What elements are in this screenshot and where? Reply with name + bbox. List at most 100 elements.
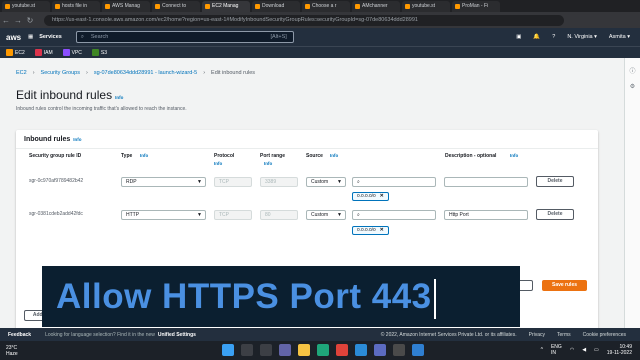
browser-tab[interactable]: AMchanner: [352, 0, 400, 12]
feedback-link[interactable]: Feedback: [8, 332, 31, 338]
delete-rule-button[interactable]: Delete: [536, 209, 574, 220]
region-selector[interactable]: N. Virginia ▾: [567, 34, 597, 40]
caret-down-icon: ▼: [337, 212, 342, 218]
edge-icon[interactable]: [317, 344, 329, 356]
browser-tab[interactable]: Choose a r: [302, 0, 350, 12]
s3-icon: [91, 49, 99, 56]
info-panel-icon[interactable]: ⓘ: [625, 66, 640, 75]
browser-tab[interactable]: EC2 Manag: [202, 0, 250, 12]
save-rules-button[interactable]: Save rules: [542, 280, 587, 291]
panel-info-link[interactable]: Info: [73, 137, 81, 142]
remote-desktop-icon[interactable]: [412, 344, 424, 356]
search-icon[interactable]: [241, 344, 253, 356]
browser-tab[interactable]: hosts file in: [52, 0, 100, 12]
browser-tab[interactable]: Download: [252, 0, 300, 12]
text-cursor: [433, 278, 436, 319]
protocol-field: TCP: [214, 210, 252, 220]
chevron-up-icon[interactable]: ^: [541, 347, 543, 353]
protocol-info-link[interactable]: Info: [214, 161, 222, 166]
cidr-value: 0.0.0.0/0: [357, 228, 376, 233]
services-menu[interactable]: Services: [39, 34, 62, 40]
type-select[interactable]: HTTP ▼: [121, 210, 206, 220]
remove-token-icon[interactable]: ✕: [380, 193, 384, 199]
forward-icon[interactable]: →: [12, 16, 24, 25]
caret-down-icon: ▼: [337, 179, 342, 185]
page-description: Inbound rules control the incoming traff…: [16, 106, 187, 112]
remove-token-icon[interactable]: ✕: [380, 227, 384, 233]
notifications-icon[interactable]: 🔔: [533, 34, 540, 40]
cidr-search-input[interactable]: ⌕: [352, 210, 436, 220]
search-input[interactable]: ⌕ Search [Alt+S]: [75, 31, 294, 43]
chevron-right-icon: ›: [203, 70, 206, 76]
os-taskbar: 23°C Haze ^ ENG IN ◠ ◀ ▭ 10:49 19-11-2022: [0, 341, 640, 360]
browser-tab[interactable]: youtube.st: [2, 0, 50, 12]
teams-icon[interactable]: [279, 344, 291, 356]
caret-down-icon: ▼: [197, 179, 202, 185]
address-bar[interactable]: https://us-east-1.console.aws.amazon.com…: [44, 14, 564, 26]
search-shortcut: [Alt+S]: [270, 34, 287, 40]
store-icon[interactable]: [374, 344, 386, 356]
browser-tab[interactable]: AWS Manag: [102, 0, 150, 12]
task-view-icon[interactable]: [260, 344, 272, 356]
description-input[interactable]: [444, 177, 528, 187]
unified-settings-link[interactable]: Unified Settings: [158, 332, 196, 338]
description-input[interactable]: Http Port: [444, 210, 528, 220]
port-info-link[interactable]: Info: [264, 161, 272, 166]
language-indicator[interactable]: ENG IN: [551, 344, 562, 356]
back-icon[interactable]: ←: [0, 16, 12, 25]
iam-icon: [34, 49, 42, 56]
browser-tab[interactable]: Connect to: [152, 0, 200, 12]
weather-widget[interactable]: 23°C Haze: [6, 345, 18, 357]
start-icon[interactable]: [222, 344, 234, 356]
fav-iam[interactable]: IAM: [34, 49, 53, 56]
browser-tab-strip: youtube.st hosts file in AWS Manag Connect …: [0, 0, 640, 12]
aws-logo[interactable]: aws: [6, 33, 28, 42]
browser-tab[interactable]: ProMan - Fi: [452, 0, 500, 12]
terms-link[interactable]: Terms: [557, 332, 571, 338]
file-explorer-icon[interactable]: [298, 344, 310, 356]
cidr-search-input[interactable]: ⌕: [352, 177, 436, 187]
source-value: Custom: [311, 212, 329, 218]
col-source: Source: [306, 153, 323, 159]
fav-s3[interactable]: S3: [91, 49, 107, 56]
privacy-link[interactable]: Privacy: [529, 332, 545, 338]
source-select[interactable]: Custom ▼: [306, 177, 346, 187]
source-info-link[interactable]: Info: [330, 153, 338, 158]
chrome-icon[interactable]: [336, 344, 348, 356]
search-icon: ⌕: [357, 212, 360, 218]
breadcrumb-security-group[interactable]: sg-07de80634ddd28991 - launch-wizard-5: [94, 70, 197, 76]
apps-grid-icon[interactable]: ▦: [28, 34, 33, 40]
wifi-icon[interactable]: ◠: [570, 347, 574, 353]
breadcrumb-ec2[interactable]: EC2: [16, 70, 27, 76]
volume-icon[interactable]: ◀: [582, 347, 586, 353]
copyright-text: © 2022, Amazon Internet Services Private…: [380, 331, 517, 338]
browser-tab[interactable]: youtube.st: [402, 0, 450, 12]
language-notice: Looking for language selection? Find it …: [45, 331, 155, 338]
vscode-icon[interactable]: [355, 344, 367, 356]
cookie-preferences-link[interactable]: Cookie preferences: [583, 332, 626, 338]
right-utility-rail: ⓘ ⚙: [624, 58, 640, 328]
breadcrumb-security-groups[interactable]: Security Groups: [41, 70, 80, 76]
clock[interactable]: 10:49 19-11-2022: [607, 344, 632, 356]
source-select[interactable]: Custom ▼: [306, 210, 346, 220]
type-select[interactable]: RDP ▼: [121, 177, 206, 187]
account-menu[interactable]: Asmita ▾: [609, 34, 630, 40]
delete-rule-button[interactable]: Delete: [536, 176, 574, 187]
page-info-link[interactable]: Info: [115, 95, 123, 100]
taskbar-apps: [222, 344, 424, 356]
settings-icon[interactable]: ⚙: [625, 83, 640, 90]
fav-ec2[interactable]: EC2: [6, 49, 25, 56]
col-protocol: Protocol: [214, 153, 235, 159]
battery-icon[interactable]: ▭: [594, 347, 599, 353]
help-icon[interactable]: ?: [552, 34, 555, 40]
port-range-field: 3389: [260, 177, 298, 187]
col-description: Description - optional: [445, 153, 497, 159]
fav-vpc[interactable]: VPC: [62, 49, 82, 56]
col-port-range: Port range: [260, 153, 286, 159]
reload-icon[interactable]: ↻: [24, 16, 36, 25]
terminal-icon[interactable]: [393, 344, 405, 356]
desc-info-link[interactable]: Info: [510, 153, 518, 158]
type-info-link[interactable]: Info: [140, 153, 148, 158]
cloudshell-icon[interactable]: ▣: [516, 34, 521, 40]
cidr-value: 0.0.0.0/0: [357, 194, 376, 199]
